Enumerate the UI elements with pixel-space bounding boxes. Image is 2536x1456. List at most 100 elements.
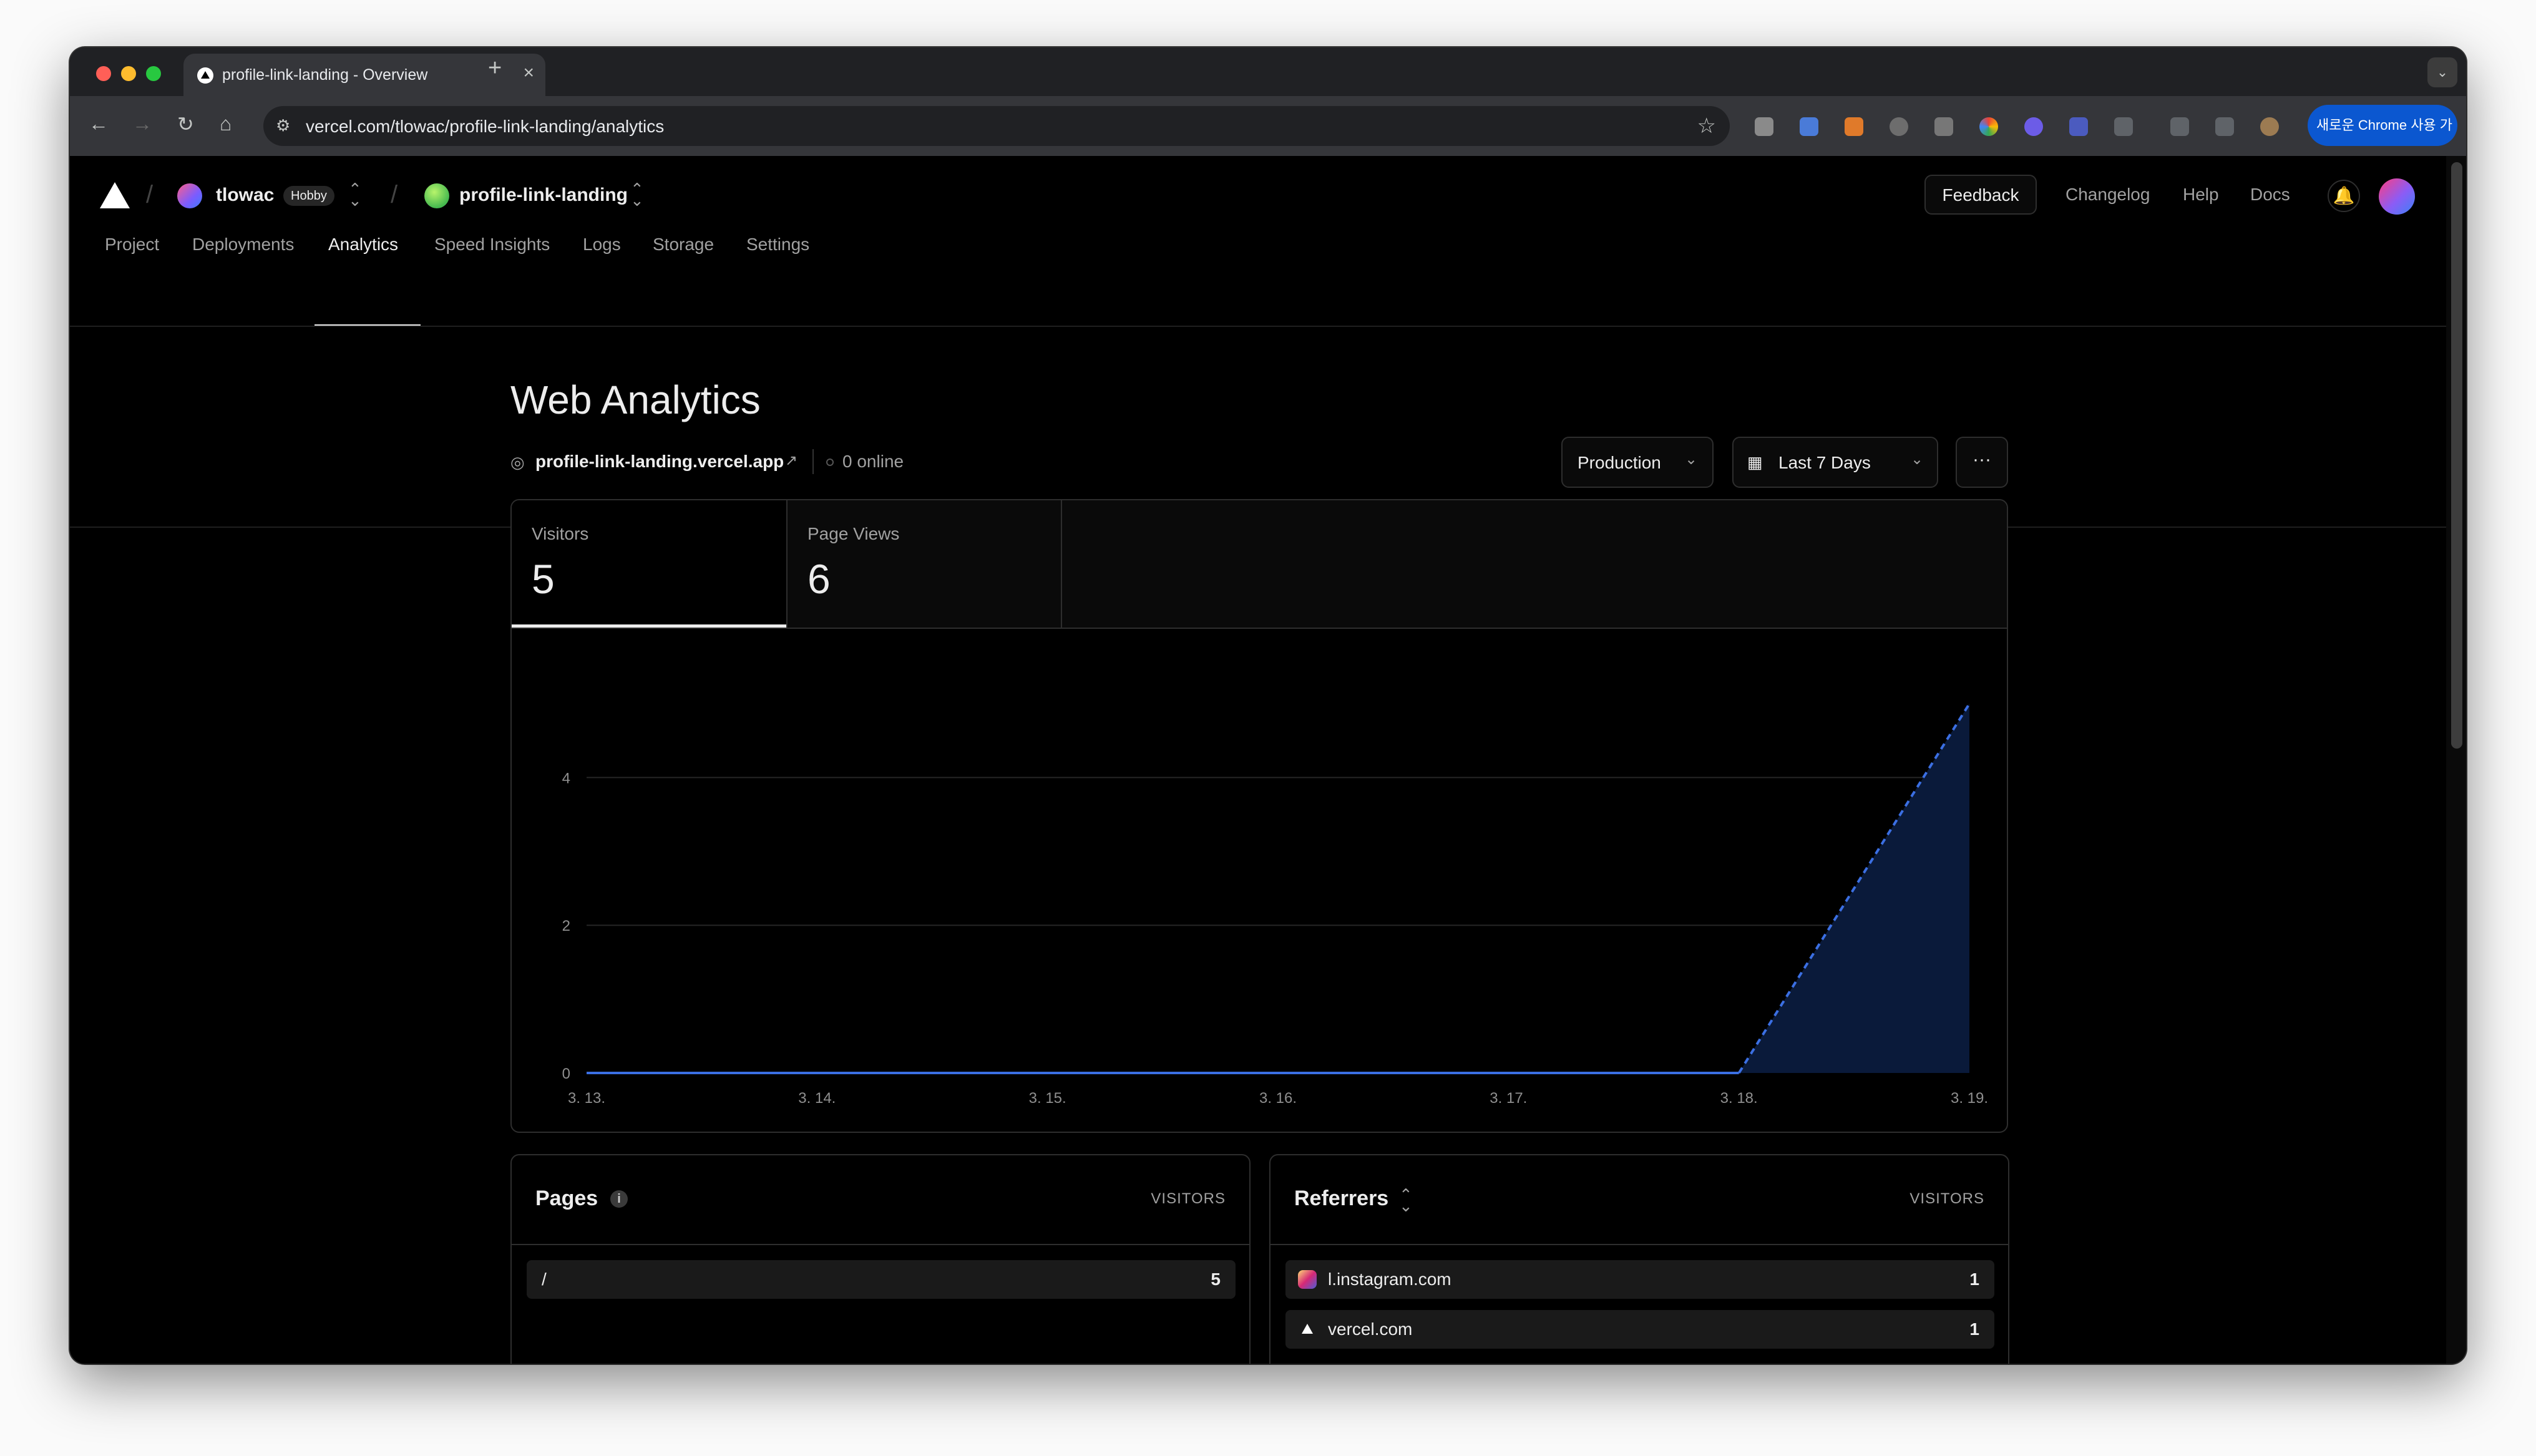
breadcrumb-slash: / bbox=[391, 181, 398, 208]
date-range-select[interactable]: ▦ Last 7 Days ⌄ bbox=[1732, 437, 1938, 488]
side-panel-icon[interactable] bbox=[2215, 117, 2234, 136]
tab-analytics[interactable]: Analytics bbox=[328, 235, 398, 255]
date-range-value: Last 7 Days bbox=[1778, 453, 1871, 472]
docs-link[interactable]: Docs bbox=[2250, 185, 2290, 205]
puzzle-extension-icon[interactable] bbox=[1934, 117, 1953, 136]
profile-icon[interactable] bbox=[2260, 117, 2279, 136]
color-extension-icon[interactable] bbox=[1979, 117, 1998, 136]
tab-title: profile-link-landing - Overview bbox=[222, 66, 428, 84]
page-views-stat[interactable]: Page Views 6 bbox=[788, 500, 1062, 628]
tab-bar: profile-link-landing - Overview × + ⌄ bbox=[70, 47, 2466, 96]
tab-settings[interactable]: Settings bbox=[746, 235, 809, 255]
page-scrollbar[interactable] bbox=[2446, 156, 2466, 1364]
page-path: / bbox=[542, 1269, 547, 1289]
bookmark-star-icon[interactable]: ☆ bbox=[1697, 114, 1716, 138]
chrome-update-button[interactable]: 새로운 Chrome 사용 가능 ⋮ bbox=[2308, 105, 2457, 174]
environment-select[interactable]: Production ⌄ bbox=[1561, 437, 1714, 488]
scrollbar-thumb[interactable] bbox=[2451, 162, 2462, 749]
team-name[interactable]: tlowac bbox=[216, 185, 274, 206]
feedback-button[interactable]: Feedback bbox=[1924, 175, 2037, 215]
external-link-icon[interactable]: ↗ bbox=[785, 452, 797, 470]
calendar-icon: ▦ bbox=[1747, 453, 1763, 472]
team-switcher-icon[interactable]: ⌃ ⌄ bbox=[348, 181, 362, 208]
translate-extension-icon[interactable] bbox=[1800, 117, 1818, 136]
browser-toolbar: ← → ↻ ⌂ ⚙ vercel.com/tlowac/profile-link… bbox=[70, 96, 2466, 174]
x-tick-label: 3. 16. bbox=[1259, 1090, 1297, 1107]
breadcrumb-slash: / bbox=[146, 181, 154, 208]
gray-extension-icon[interactable] bbox=[1890, 117, 1908, 136]
card-divider bbox=[512, 1244, 1249, 1245]
chevron-down-icon: ⌄ bbox=[1685, 451, 1698, 468]
address-bar[interactable]: ⚙ vercel.com/tlowac/profile-link-landing… bbox=[263, 106, 1730, 146]
tab-speed-insights[interactable]: Speed Insights bbox=[434, 235, 550, 255]
tab-storage[interactable]: Storage bbox=[653, 235, 714, 255]
site-settings-icon[interactable]: ⚙ bbox=[276, 116, 290, 135]
close-tab-icon[interactable]: × bbox=[523, 62, 534, 84]
pages-card: Pages i VISITORS / 5 bbox=[510, 1154, 1251, 1364]
back-icon[interactable]: ← bbox=[89, 112, 109, 135]
vercel-logo-icon[interactable] bbox=[100, 182, 130, 208]
visitors-stat[interactable]: Visitors 5 bbox=[512, 500, 786, 628]
referrer-row[interactable]: l.instagram.com 1 bbox=[1285, 1260, 1994, 1299]
stats-row: Visitors 5 Page Views 6 bbox=[512, 500, 2007, 629]
url-text: vercel.com/tlowac/profile-link-landing/a… bbox=[306, 117, 665, 136]
project-avatar bbox=[424, 183, 449, 208]
tab-search-icon[interactable]: ⌄ bbox=[2427, 57, 2457, 87]
info-icon[interactable]: i bbox=[610, 1190, 628, 1208]
extensions-icon[interactable] bbox=[2114, 117, 2133, 136]
sort-icon[interactable]: ⌃ ⌄ bbox=[1399, 1187, 1413, 1214]
analytics-panel: Visitors 5 Page Views 6 0 2 4 3. 13. 3. 14. 3… bbox=[510, 499, 2008, 1133]
tab-logs[interactable]: Logs bbox=[583, 235, 621, 255]
new-tab-icon[interactable]: + bbox=[488, 55, 502, 82]
camera-extension-icon[interactable] bbox=[1755, 117, 1773, 136]
page-visitors: 5 bbox=[1211, 1269, 1221, 1289]
more-options-button[interactable]: ··· bbox=[1956, 437, 2008, 488]
header-divider bbox=[70, 326, 2446, 327]
chevron-down-icon: ⌄ bbox=[1911, 451, 1924, 468]
team-avatar bbox=[177, 183, 202, 208]
online-count: 0 online bbox=[842, 452, 904, 471]
meta-separator bbox=[812, 449, 814, 474]
tab-project[interactable]: Project bbox=[105, 235, 159, 255]
forward-icon[interactable]: → bbox=[132, 112, 152, 135]
plan-badge: Hobby bbox=[283, 186, 334, 206]
project-switcher-icon[interactable]: ⌃ ⌄ bbox=[630, 181, 644, 208]
visitors-value: 5 bbox=[532, 556, 555, 602]
reading-list-icon[interactable] bbox=[2170, 117, 2189, 136]
page-views-label: Page Views bbox=[807, 524, 900, 543]
referrer-domain: vercel.com bbox=[1328, 1319, 1413, 1339]
reload-icon[interactable]: ↻ bbox=[177, 112, 194, 136]
stat-divider bbox=[1061, 500, 1062, 628]
referrers-column-header: VISITORS bbox=[1909, 1190, 1984, 1207]
y-tick-label: 4 bbox=[562, 770, 570, 787]
gear-extension-icon[interactable] bbox=[2024, 117, 2043, 136]
environment-value: Production bbox=[1578, 453, 1661, 472]
changelog-link[interactable]: Changelog bbox=[2065, 185, 2150, 205]
tab-deployments[interactable]: Deployments bbox=[192, 235, 294, 255]
site-domain-link[interactable]: profile-link-landing.vercel.app bbox=[535, 452, 784, 472]
notifications-bell-icon[interactable]: 🔔 bbox=[2328, 180, 2360, 212]
referrer-visitors: 1 bbox=[1969, 1319, 1979, 1339]
x-tick-label: 3. 18. bbox=[1720, 1090, 1758, 1107]
read-aloud-icon[interactable] bbox=[2069, 117, 2088, 136]
x-tick-label: 3. 14. bbox=[798, 1090, 836, 1107]
pages-title: Pages bbox=[535, 1187, 598, 1210]
referrers-title: Referrers bbox=[1294, 1187, 1389, 1210]
page-title: Web Analytics bbox=[510, 377, 761, 422]
user-avatar[interactable] bbox=[2379, 178, 2415, 215]
globe-icon: ◎ bbox=[510, 453, 525, 472]
minimize-window-button[interactable] bbox=[121, 66, 136, 81]
selected-stat-indicator bbox=[512, 624, 786, 628]
page-row[interactable]: / 5 bbox=[527, 1260, 1236, 1299]
referrer-visitors: 1 bbox=[1969, 1269, 1979, 1289]
home-icon[interactable]: ⌂ bbox=[220, 112, 232, 135]
help-link[interactable]: Help bbox=[2183, 185, 2219, 205]
y-tick-label: 0 bbox=[562, 1065, 570, 1082]
online-status-dot bbox=[826, 459, 834, 466]
visitors-label: Visitors bbox=[532, 524, 589, 543]
orange-extension-icon[interactable] bbox=[1845, 117, 1863, 136]
close-window-button[interactable] bbox=[96, 66, 111, 81]
referrer-row[interactable]: vercel.com 1 bbox=[1285, 1310, 1994, 1349]
maximize-window-button[interactable] bbox=[146, 66, 161, 81]
project-name[interactable]: profile-link-landing bbox=[459, 185, 628, 206]
